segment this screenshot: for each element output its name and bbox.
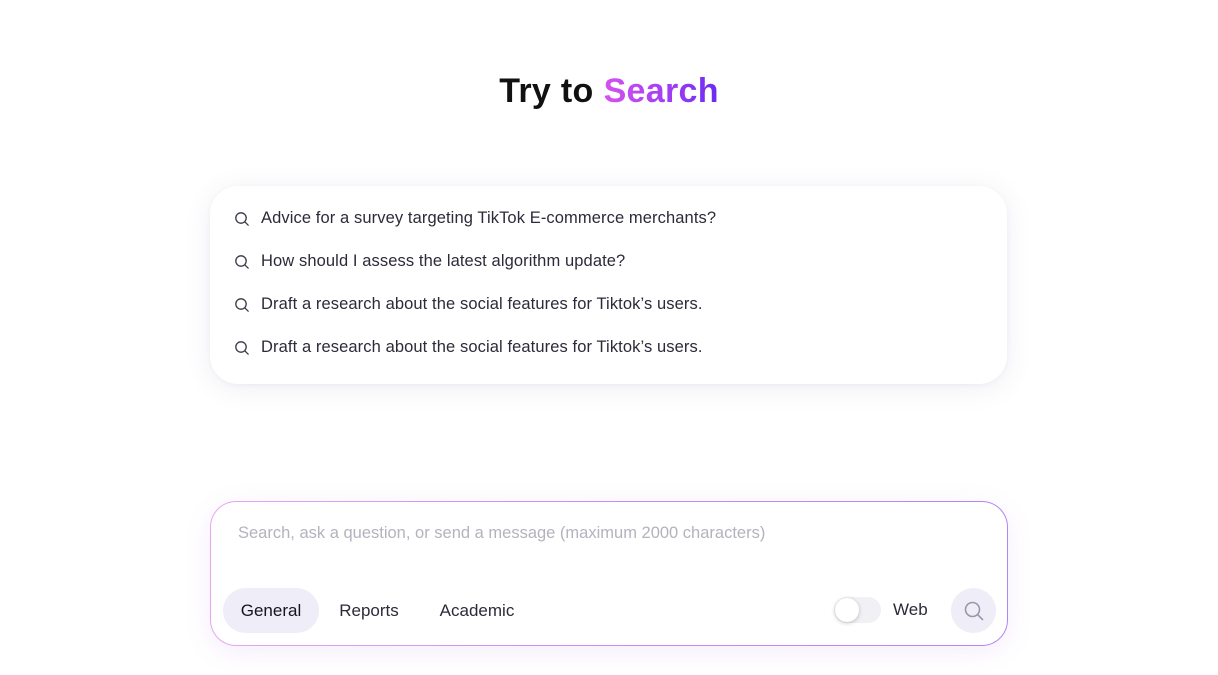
toggle-knob (835, 598, 859, 622)
page: Try to Search Advice for a survey targeti… (0, 0, 1218, 675)
search-icon (963, 600, 985, 622)
suggestion-text: Draft a research about the social featur… (261, 295, 703, 313)
web-toggle[interactable] (834, 597, 881, 623)
suggestion-text: Advice for a survey targeting TikTok E-c… (261, 209, 717, 227)
mode-reports-tab[interactable]: Reports (331, 588, 407, 633)
title-accent: Search (603, 72, 719, 110)
search-input[interactable] (238, 524, 978, 543)
suggestion-text: Draft a research about the social featur… (261, 338, 703, 356)
web-toggle-label: Web (893, 600, 928, 619)
title-prefix: Try to (499, 72, 594, 110)
search-icon (234, 340, 250, 356)
suggestion-item[interactable]: Draft a research about the social featur… (210, 283, 1007, 326)
suggestion-item[interactable]: Advice for a survey targeting TikTok E-c… (210, 197, 1007, 240)
search-icon (234, 254, 250, 270)
search-icon (234, 297, 250, 313)
mode-general-tab[interactable]: General (223, 588, 319, 633)
suggestion-item[interactable]: Draft a research about the social featur… (210, 326, 1007, 369)
message-composer: General Reports Academic Web (210, 501, 1008, 646)
suggestion-list: Advice for a survey targeting TikTok E-c… (210, 186, 1007, 384)
mode-academic-tab[interactable]: Academic (429, 588, 525, 633)
suggestion-item[interactable]: How should I assess the latest algorithm… (210, 240, 1007, 283)
search-icon (234, 211, 250, 227)
search-submit-button[interactable] (951, 588, 996, 633)
suggestion-text: How should I assess the latest algorithm… (261, 252, 626, 270)
page-title: Try to Search (0, 68, 1218, 114)
